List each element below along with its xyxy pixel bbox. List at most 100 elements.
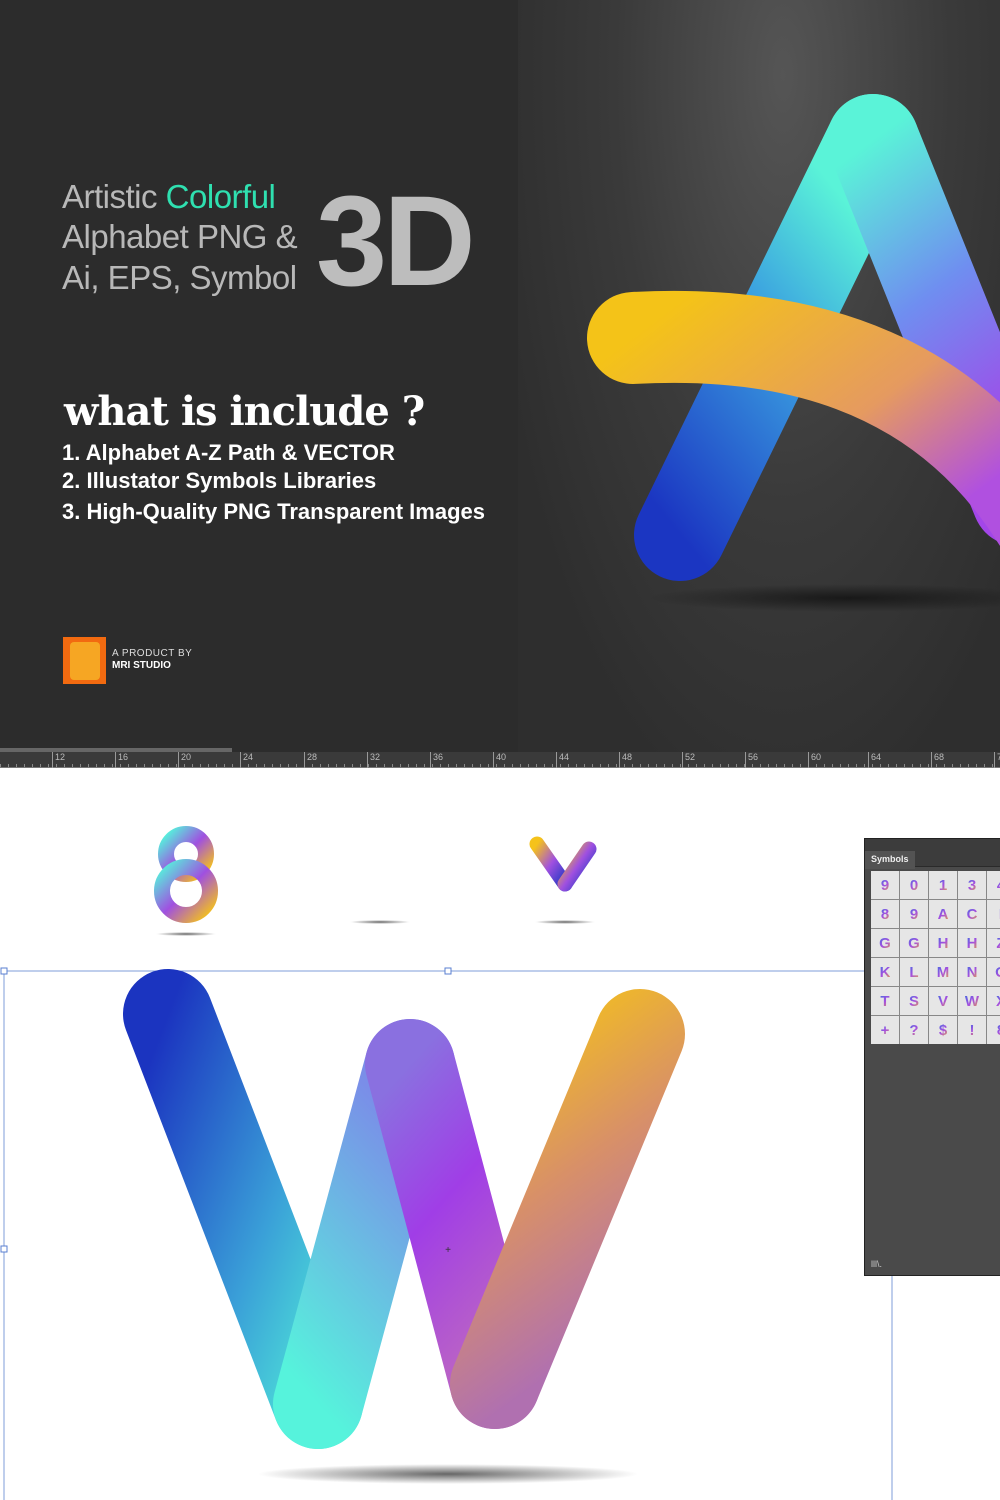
symbol-item[interactable]: 1 [929,871,957,899]
symbol-item[interactable]: + [871,1016,899,1044]
symbol-glyph: V [937,992,948,1010]
ruler: 12 16 20 24 28 32 36 40 44 48 52 56 60 6… [0,752,1000,768]
symbol-item[interactable]: M [929,958,957,986]
include-item: 2. Illustator Symbols Libraries [62,468,377,493]
symbol-item[interactable]: L [900,958,928,986]
headline-line-2: Alphabet PNG & [62,218,298,255]
symbol-item[interactable]: N [958,958,986,986]
symbol-item[interactable]: H [929,929,957,957]
symbol-glyph: ? [909,1021,919,1039]
symbol-glyph: A [937,905,949,923]
ruler-tick: 36 [430,752,443,768]
symbol-glyph: 3 [967,876,977,894]
include-item: 3. High-Quality PNG Transparent Images [62,499,485,524]
ruler-tick: 16 [115,752,128,768]
center-point-icon: + [445,1245,451,1256]
tab-symbols[interactable]: Symbols [865,851,915,869]
symbols-grid: 9013489ACIGGHHZKLMNOTSVWX+?$!8 [871,871,1000,1044]
ruler-tick: 48 [619,752,632,768]
symbol-item[interactable]: X [987,987,1000,1015]
ruler-tick: 68 [931,752,944,768]
symbol-glyph: S [908,992,919,1010]
symbol-item[interactable]: H [958,929,986,957]
ruler-tick: 56 [745,752,758,768]
symbol-glyph: H [937,934,949,952]
includes-title: what is include ? [64,388,425,435]
symbol-glyph: $ [938,1021,948,1039]
sample-8[interactable] [154,826,218,936]
symbol-item[interactable]: C [958,900,986,928]
symbol-glyph: M [936,963,950,981]
symbol-item[interactable]: G [871,929,899,957]
symbol-glyph: N [966,963,978,981]
badge-3d: 3D [316,170,476,313]
ruler-tick: 28 [304,752,317,768]
symbol-item[interactable]: 9 [900,900,928,928]
symbol-item[interactable]: 9 [871,871,899,899]
symbol-item[interactable]: O [987,958,1000,986]
ruler-tick: 44 [556,752,569,768]
selection-handle[interactable] [0,1245,8,1253]
avatar [69,641,100,680]
symbol-item[interactable]: 0 [900,871,928,899]
ruler-tick: 20 [178,752,191,768]
symbol-item[interactable]: ? [900,1016,928,1044]
ruler-tick: 7 [994,752,1000,768]
symbol-glyph: O [995,964,1000,981]
symbol-glyph: C [966,905,978,923]
symbol-glyph: + [880,1021,890,1039]
ruler-tick: 12 [52,752,65,768]
selection-handle[interactable] [0,967,8,975]
symbol-glyph: 9 [880,876,890,894]
symbol-glyph: ! [969,1021,975,1039]
ruler-tick: 32 [367,752,380,768]
headline-line-1: Artistic Colorful [62,178,276,215]
symbol-item[interactable]: 8 [871,900,899,928]
sample-h[interactable] [346,831,412,924]
headline-line-3: Ai, EPS, Symbol [62,259,297,296]
symbol-glyph: 9 [909,905,919,923]
symbol-item[interactable]: I [987,900,1000,928]
ruler-tick: 52 [682,752,695,768]
artboard[interactable]: + [0,769,1000,1500]
symbol-item[interactable]: G [900,929,928,957]
symbol-item[interactable]: 4 [987,871,1000,899]
symbol-glyph: G [879,934,891,952]
hero-art-area [518,0,1000,752]
include-item: 1. Alphabet A-Z Path & VECTOR [62,440,395,465]
symbol-item[interactable]: W [958,987,986,1015]
symbol-item[interactable]: V [929,987,957,1015]
shadow [648,584,1000,612]
symbol-glyph: W [964,992,980,1010]
ruler-tick: 64 [868,752,881,768]
symbol-glyph: 8 [880,905,890,923]
selection-handle[interactable] [444,967,452,975]
headline-accent: Colorful [165,178,276,215]
symbol-item[interactable]: 3 [958,871,986,899]
symbol-glyph: H [966,934,978,952]
letter-w-art[interactable] [123,969,685,1484]
brand-name: MRI STUDIO [112,660,171,671]
symbol-item[interactable]: K [871,958,899,986]
ruler-tick: 60 [808,752,821,768]
symbol-item[interactable]: S [900,987,928,1015]
symbols-panel: Symbols 9013489ACIGGHHZKLMNOTSVWX+?$!8 l… [864,838,1000,1276]
symbol-glyph: Z [996,935,1000,952]
brand-logo [63,637,106,684]
symbol-glyph: L [909,963,919,981]
symbol-item[interactable]: 8 [987,1016,1000,1044]
symbol-item[interactable]: ! [958,1016,986,1044]
symbol-item[interactable]: A [929,900,957,928]
sample-y[interactable] [529,836,597,924]
symbol-libraries-menu-icon[interactable]: lll\. [871,1259,882,1269]
symbol-glyph: 0 [909,876,919,894]
brand-by-label: A PRODUCT BY [112,648,193,659]
symbol-glyph: X [996,993,1000,1010]
ruler-tick: 40 [493,752,506,768]
symbol-item[interactable]: T [871,987,899,1015]
symbol-item[interactable]: Z [987,929,1000,957]
symbol-item[interactable]: $ [929,1016,957,1044]
ruler-tick: 24 [240,752,253,768]
symbol-glyph: K [879,963,891,981]
letter-a-art [587,94,1000,612]
